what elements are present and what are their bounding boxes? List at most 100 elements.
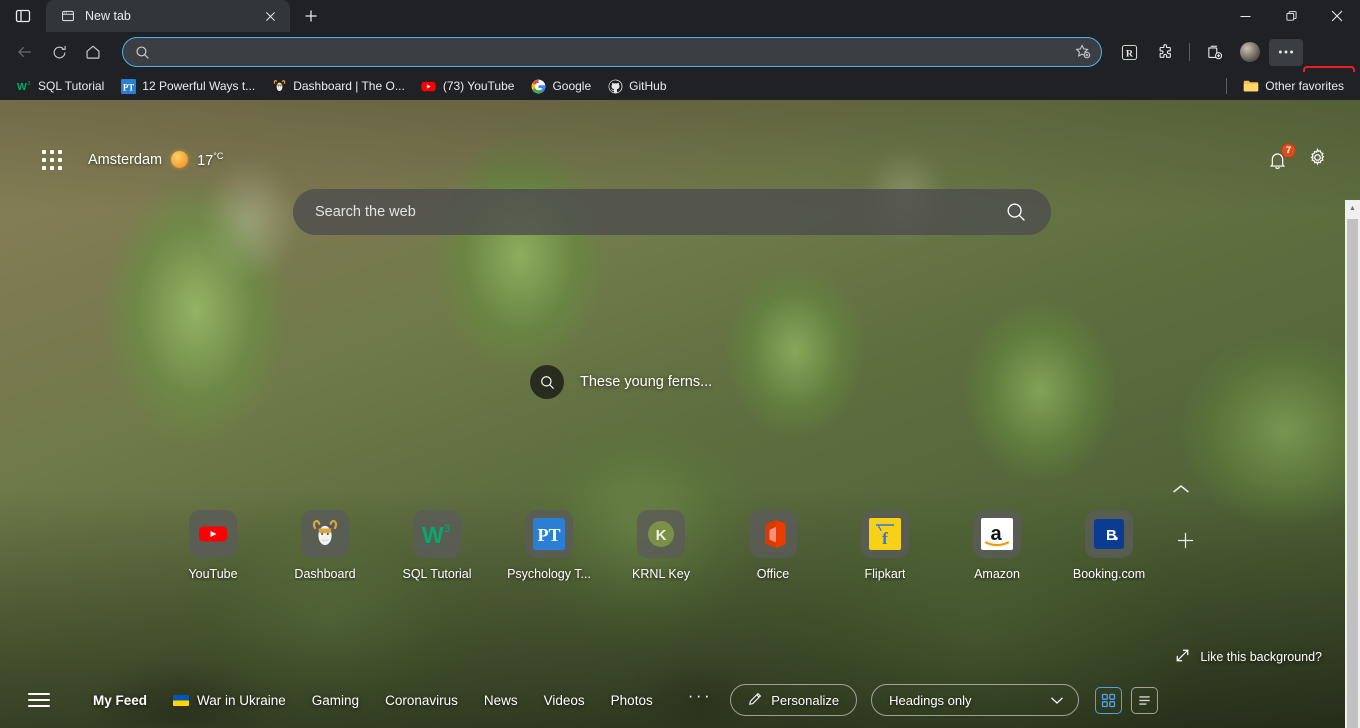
chevron-up-icon[interactable]	[1172, 482, 1190, 500]
scroll-up-arrow-icon[interactable]: ▲	[1345, 200, 1360, 217]
notifications-button[interactable]: 7	[1265, 148, 1289, 172]
feed-tab-videos[interactable]: Videos	[531, 686, 598, 715]
page-scrollbar[interactable]: ▲	[1345, 200, 1360, 728]
feed-tab-my-feed[interactable]: My Feed	[80, 686, 160, 715]
tile-sql-tutorial[interactable]: W 3 SQL Tutorial	[381, 510, 493, 581]
tile-amazon[interactable]: a Amazon	[941, 510, 1053, 581]
google-icon	[530, 78, 546, 94]
feed-tab-label: War in Ukraine	[197, 693, 286, 708]
office-icon	[749, 510, 797, 558]
svg-text:W: W	[17, 82, 27, 93]
bookmark-github[interactable]: GitHub	[599, 75, 674, 97]
tile-booking[interactable]: B Booking.com	[1053, 510, 1165, 581]
feed-tab-label: Photos	[611, 693, 653, 708]
other-favorites-label: Other favorites	[1265, 79, 1344, 93]
favorites-divider	[1226, 78, 1227, 94]
other-favorites-folder[interactable]: Other favorites	[1235, 75, 1352, 97]
back-arrow-icon[interactable]	[8, 35, 42, 69]
tile-dashboard[interactable]: Dashboard	[269, 510, 381, 581]
weather-unit: °C	[213, 151, 223, 161]
bookmark-dashboard[interactable]: Dashboard | The O...	[263, 75, 413, 97]
bookmark-google[interactable]: Google	[522, 75, 599, 97]
svg-text:R: R	[1125, 48, 1133, 59]
home-icon[interactable]	[76, 35, 110, 69]
svg-text:3: 3	[444, 523, 450, 535]
sun-icon	[171, 151, 188, 168]
close-icon[interactable]	[258, 4, 282, 28]
close-button[interactable]	[1314, 0, 1360, 32]
github-icon	[607, 78, 623, 94]
svg-text:f: f	[882, 529, 888, 548]
bookmark-12-powerful-ways[interactable]: PT 12 Powerful Ways t...	[112, 75, 263, 97]
avatar	[1240, 42, 1260, 62]
expand-arrow-icon	[1175, 648, 1190, 666]
add-favorite-star-icon[interactable]	[1071, 40, 1095, 64]
background-caption[interactable]: These young ferns...	[530, 365, 712, 399]
add-shortcut-button[interactable]	[1165, 516, 1205, 564]
maximize-button[interactable]	[1268, 0, 1314, 32]
tile-psychology-today[interactable]: PT Psychology T...	[493, 510, 605, 581]
new-tab-button[interactable]	[296, 1, 326, 31]
minimize-button[interactable]	[1222, 0, 1268, 32]
feed-tab-photos[interactable]: Photos	[598, 686, 666, 715]
feed-tab-news[interactable]: News	[471, 686, 531, 715]
gear-icon[interactable]	[1307, 147, 1328, 173]
tile-label: Booking.com	[1073, 567, 1145, 581]
list-view-icon[interactable]	[1131, 687, 1158, 714]
folder-icon	[1243, 78, 1259, 94]
pt-icon: PT	[525, 510, 573, 558]
collections-icon[interactable]	[1197, 37, 1231, 67]
hamburger-icon[interactable]	[28, 685, 58, 715]
tile-krnl-key[interactable]: K KRNL Key	[605, 510, 717, 581]
read-aloud-r-icon[interactable]: R	[1112, 37, 1146, 67]
tile-label: Amazon	[974, 567, 1020, 581]
feed-tab-war-in-ukraine[interactable]: War in Ukraine	[160, 686, 299, 715]
grid-view-icon[interactable]	[1095, 687, 1122, 714]
feed-tab-gaming[interactable]: Gaming	[299, 686, 372, 715]
tile-flipkart[interactable]: f Flipkart	[829, 510, 941, 581]
tile-youtube[interactable]: YouTube	[157, 510, 269, 581]
like-background-button[interactable]: Like this background?	[1175, 648, 1322, 666]
web-search-input[interactable]	[315, 204, 1003, 220]
weather-widget[interactable]: Amsterdam 17°C	[88, 151, 223, 169]
bookmark-sql-tutorial[interactable]: W 3 SQL Tutorial	[8, 75, 112, 97]
profile-avatar[interactable]	[1233, 37, 1267, 67]
tab-actions-icon[interactable]	[0, 0, 46, 32]
bookmark-youtube[interactable]: (73) YouTube	[413, 75, 523, 97]
refresh-icon[interactable]	[42, 35, 76, 69]
chevron-down-icon	[1050, 693, 1064, 708]
tile-label: Flipkart	[865, 567, 906, 581]
browser-tab[interactable]: New tab	[46, 0, 290, 32]
tile-label: SQL Tutorial	[402, 567, 471, 581]
amazon-icon: a	[973, 510, 1021, 558]
feed-tab-label: News	[484, 693, 518, 708]
feed-tab-label: Coronavirus	[385, 693, 458, 708]
feed-layout-select[interactable]: Headings only	[871, 684, 1079, 716]
svg-text:K: K	[656, 527, 667, 544]
address-input[interactable]	[158, 45, 1063, 59]
settings-and-more-icon[interactable]	[1269, 39, 1303, 66]
personalize-button[interactable]: Personalize	[730, 684, 857, 716]
bookmark-label: Google	[552, 79, 591, 93]
feed-navigation-bar: My Feed War in Ukraine Gaming Coronaviru…	[0, 672, 1360, 728]
like-background-label: Like this background?	[1200, 650, 1322, 664]
bookmark-label: GitHub	[629, 79, 666, 93]
tile-label: KRNL Key	[632, 567, 690, 581]
favorites-bar: W 3 SQL Tutorial PT 12 Powerful Ways t..…	[0, 72, 1360, 100]
search-icon[interactable]	[1003, 199, 1029, 225]
tab-title: New tab	[85, 9, 249, 23]
app-launcher-icon[interactable]	[40, 148, 64, 172]
feed-tab-coronavirus[interactable]: Coronavirus	[372, 686, 471, 715]
visual-search-icon[interactable]	[530, 365, 564, 399]
browser-window: New tab	[0, 0, 1360, 728]
web-search-box[interactable]	[293, 189, 1051, 235]
address-bar[interactable]	[122, 37, 1102, 67]
new-tab-page: Amsterdam 17°C 7	[0, 100, 1360, 728]
svg-text:PT: PT	[123, 82, 134, 92]
tile-office[interactable]: Office	[717, 510, 829, 581]
feed-overflow-button[interactable]: ···	[666, 686, 730, 714]
feed-tab-label: My Feed	[93, 693, 147, 708]
scrollbar-thumb[interactable]	[1347, 219, 1358, 728]
weather-city: Amsterdam	[88, 152, 162, 168]
extensions-icon[interactable]	[1148, 37, 1182, 67]
